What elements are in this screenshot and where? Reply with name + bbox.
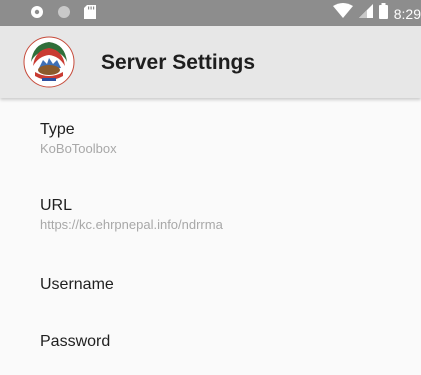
app-bar: Server Settings — [0, 26, 421, 98]
preference-title: URL — [40, 197, 73, 214]
status-right-icons: 8:29 — [332, 3, 421, 24]
wifi-icon — [332, 3, 353, 24]
screen: 8:29 Server Settings Type KoBoToolbox UR… — [0, 0, 421, 375]
preference-title: Password — [40, 333, 111, 350]
preference-title: Type — [40, 121, 75, 138]
signal-icon — [358, 3, 373, 24]
status-time: 8:29 — [393, 5, 421, 22]
emblem-logo-icon[interactable] — [23, 36, 75, 88]
preference-url[interactable]: URL https://kc.ehrpnepal.info/ndrrma — [40, 196, 400, 233]
settings-gear-icon — [30, 5, 44, 24]
sd-card-icon — [84, 5, 96, 24]
preference-password[interactable]: Password — [40, 332, 400, 351]
page-title: Server Settings — [101, 51, 256, 74]
circle-icon — [57, 5, 71, 24]
preference-summary: https://kc.ehrpnepal.info/ndrrma — [40, 217, 223, 232]
preference-title: Username — [40, 276, 114, 293]
preference-summary: KoBoToolbox — [40, 141, 117, 156]
status-bar: 8:29 — [0, 0, 421, 26]
preference-type[interactable]: Type KoBoToolbox — [40, 120, 400, 157]
status-left-icons — [30, 5, 96, 24]
battery-icon — [378, 3, 388, 24]
preference-username[interactable]: Username — [40, 275, 400, 294]
